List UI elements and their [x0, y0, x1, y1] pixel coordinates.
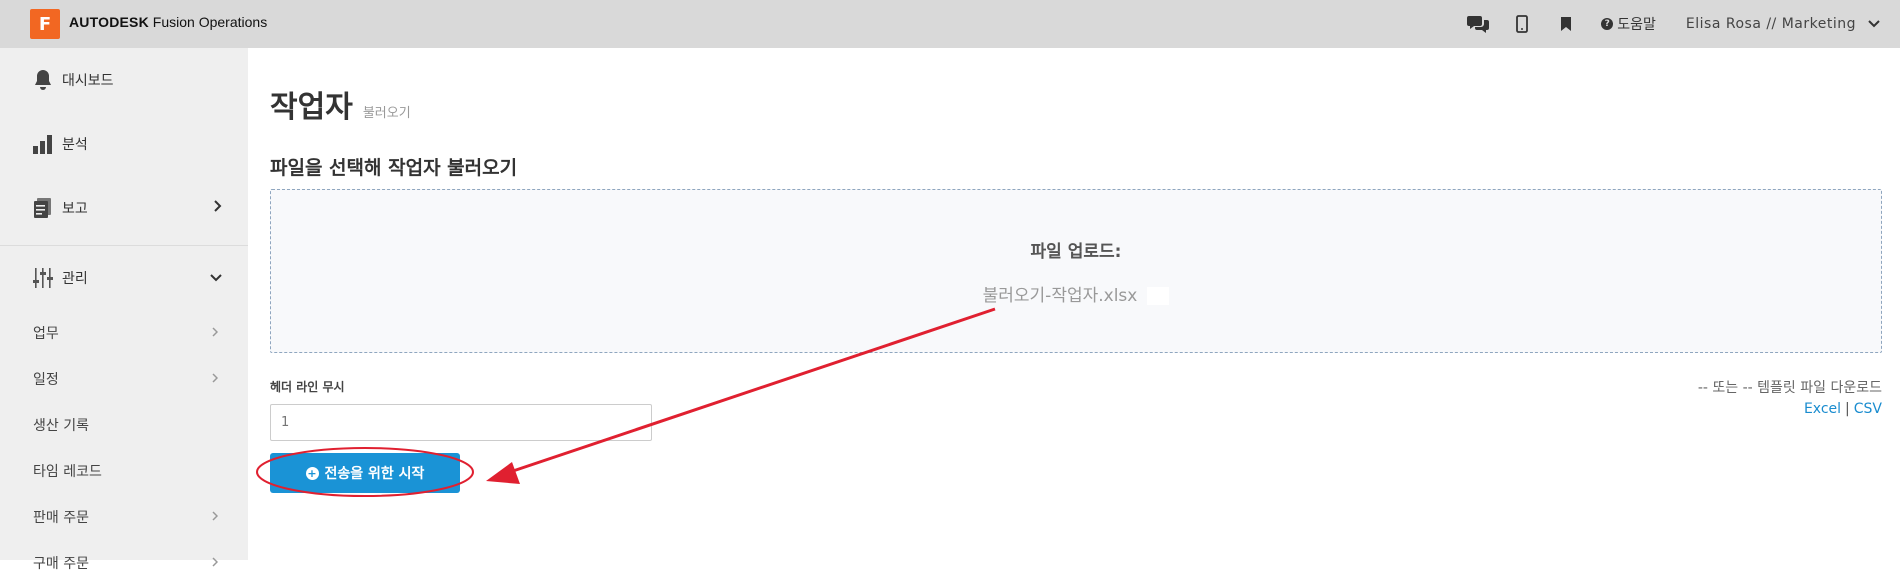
bar-chart-icon	[32, 133, 54, 155]
help-circle-icon: ?	[1601, 18, 1614, 30]
sidebar: 대시보드 분석 보고 관리 업무 일정 생산 기록 타임 레코드 판매 주문 구…	[0, 48, 248, 572]
help-label: 도움말	[1617, 17, 1656, 33]
top-bar: F AUTODESK Fusion Operations ? 도움말 Elisa…	[0, 0, 1900, 48]
sidebar-subitem-purchase-orders[interactable]: 구매 주문	[0, 540, 248, 586]
template-csv-link[interactable]: CSV	[1854, 401, 1882, 417]
sidebar-subitem-label: 타임 레코드	[33, 464, 102, 480]
ignore-header-label: 헤더 라인 무시	[270, 380, 345, 394]
chevron-right-icon	[212, 325, 219, 341]
brand-autodesk: AUTODESK	[69, 14, 149, 30]
sidebar-subitem-label: 업무	[33, 326, 59, 342]
bookmark-icon[interactable]	[1555, 13, 1577, 35]
sidebar-subitem-label: 판매 주문	[33, 510, 89, 526]
ignore-header-input[interactable]	[270, 404, 652, 441]
sidebar-subitem-label: 구매 주문	[33, 556, 89, 572]
sidebar-item-label: 대시보드	[62, 73, 114, 89]
dropzone-filename: 불러오기-작업자.xlsx	[271, 281, 1881, 306]
sidebar-item-label: 분석	[62, 137, 88, 153]
sidebar-subitem-schedule[interactable]: 일정	[0, 356, 248, 402]
fusion-logo-icon[interactable]: F	[30, 9, 60, 39]
main-content: 작업자 불러오기 파일을 선택해 작업자 불러오기 파일 업로드: 불러오기-작…	[248, 48, 1900, 560]
page-subtitle: 불러오기	[362, 106, 411, 121]
sidebar-subitem-sales-orders[interactable]: 판매 주문	[0, 494, 248, 540]
chevron-down-icon	[1868, 16, 1880, 32]
sliders-icon	[32, 267, 54, 289]
page-title: 작업자 불러오기	[270, 82, 411, 126]
sidebar-item-dashboard[interactable]: 대시보드	[0, 48, 248, 112]
user-menu[interactable]: Elisa Rosa // Marketing	[1686, 16, 1880, 32]
template-excel-link[interactable]: Excel	[1804, 401, 1841, 417]
user-name: Elisa Rosa // Marketing	[1685, 16, 1856, 32]
chevron-right-icon	[212, 371, 219, 387]
section-title: 파일을 선택해 작업자 불러오기	[270, 157, 518, 179]
brand-name[interactable]: AUTODESK Fusion Operations	[69, 14, 267, 30]
sidebar-subitem-label: 일정	[33, 372, 59, 388]
dropzone-label: 파일 업로드:	[1030, 242, 1122, 262]
bell-icon	[32, 69, 54, 91]
file-dropzone[interactable]: 파일 업로드: 불러오기-작업자.xlsx	[270, 189, 1882, 353]
sidebar-subitem-label: 생산 기록	[33, 418, 89, 434]
plus-circle-icon: +	[305, 466, 319, 480]
sidebar-subitem-tasks[interactable]: 업무	[0, 310, 248, 356]
brand-product: Fusion Operations	[152, 14, 268, 30]
template-separator: |	[1845, 401, 1850, 417]
sidebar-subitem-time-records[interactable]: 타임 레코드	[0, 448, 248, 494]
sidebar-item-label: 관리	[62, 271, 88, 287]
start-transfer-button[interactable]: + 전송을 위한 시작	[270, 453, 460, 493]
sidebar-item-label: 보고	[62, 201, 88, 217]
mobile-icon[interactable]	[1511, 13, 1533, 35]
chevron-right-icon	[212, 555, 219, 571]
sidebar-item-analysis[interactable]: 분석	[0, 112, 248, 176]
chevron-down-icon	[210, 270, 222, 286]
help-link[interactable]: ? 도움말	[1601, 14, 1656, 34]
template-links: Excel | CSV	[1804, 401, 1882, 417]
chat-icon[interactable]	[1467, 13, 1490, 35]
report-icon	[32, 197, 54, 219]
template-download-note: -- 또는 -- 템플릿 파일 다운로드	[1697, 380, 1882, 396]
start-transfer-label: 전송을 위한 시작	[324, 466, 425, 482]
chevron-right-icon	[212, 509, 219, 525]
file-remove-icon[interactable]	[1147, 287, 1170, 305]
sidebar-item-management[interactable]: 관리	[0, 246, 248, 310]
sidebar-item-reports[interactable]: 보고	[0, 176, 248, 240]
sidebar-subitem-production-records[interactable]: 생산 기록	[0, 402, 248, 448]
chevron-right-icon	[214, 200, 222, 216]
selected-filename: 불러오기-작업자.xlsx	[982, 286, 1138, 306]
page-title-text: 작업자	[270, 90, 353, 125]
